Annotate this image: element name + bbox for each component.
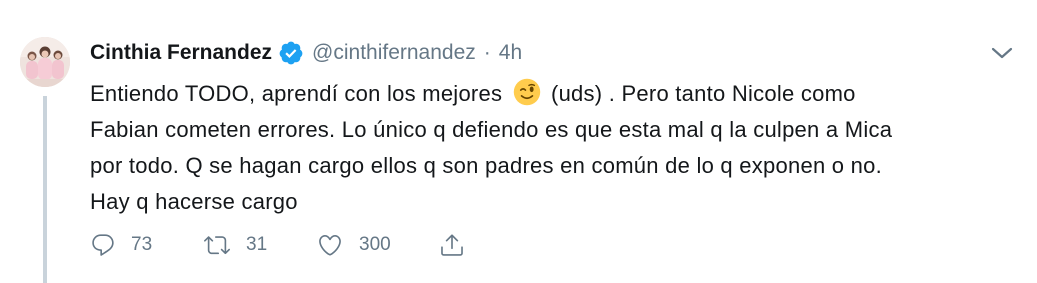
winking-face-emoji-icon [513, 78, 540, 106]
reply-count: 73 [131, 234, 153, 255]
like-count: 300 [359, 234, 391, 255]
tweet-timestamp[interactable]: 4h [499, 41, 522, 65]
tweet-text-line-2: Fabian cometen errores. Lo único q defie… [90, 117, 893, 142]
retweet-icon [204, 236, 230, 255]
author-fullname[interactable]: Cinthia Fernandez [90, 41, 272, 65]
share-button[interactable] [438, 232, 466, 258]
thread-line [43, 96, 47, 283]
retweet-button[interactable]: 31 [203, 232, 316, 258]
reply-icon [92, 234, 114, 256]
tweet-text-segment: (uds) . Pero tanto Nicole como [551, 81, 856, 106]
tweet-actions: 73 31 300 [90, 227, 466, 263]
tweet-header: Cinthia Fernandez @cinthifernandez · 4h [90, 38, 522, 68]
tweet-text-line-3: por todo. Q se hagan cargo ellos q son p… [90, 153, 882, 178]
verified-badge-icon [279, 41, 303, 65]
avatar-image [20, 37, 70, 87]
share-icon [441, 234, 463, 256]
heart-icon [319, 234, 341, 256]
author-username[interactable]: @cinthifernandez [312, 41, 476, 65]
retweet-count: 31 [246, 234, 268, 255]
tweet-text-line-1: Entiendo TODO, aprendí con los mejores (… [90, 76, 1010, 112]
like-button[interactable]: 300 [316, 232, 438, 258]
tweet[interactable]: Cinthia Fernandez @cinthifernandez · 4h … [0, 0, 1037, 283]
tweet-text: Entiendo TODO, aprendí con los mejores (… [90, 76, 1010, 220]
avatar[interactable] [20, 37, 70, 87]
chevron-down-icon[interactable] [989, 43, 1015, 63]
reply-button[interactable]: 73 [90, 232, 203, 258]
tweet-text-line-4: Hay q hacerse cargo [90, 189, 298, 214]
tweet-text-segment: Entiendo TODO, aprendí con los mejores [90, 81, 503, 106]
header-separator: · [483, 41, 491, 64]
